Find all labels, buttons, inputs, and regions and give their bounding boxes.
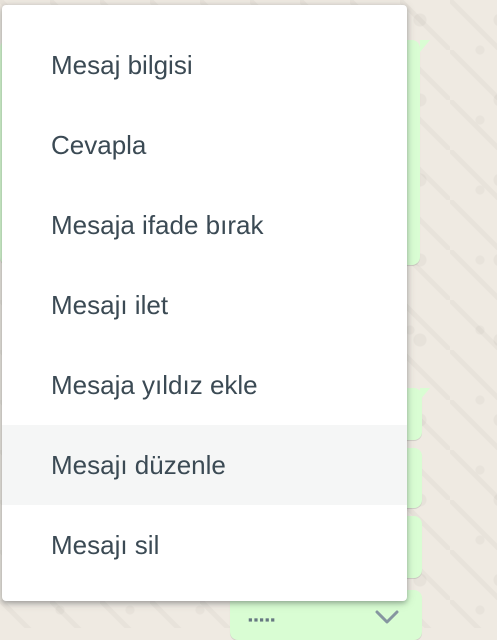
menu-item-forward[interactable]: Mesajı ilet [2, 265, 407, 345]
menu-item-message-info[interactable]: Mesaj bilgisi [2, 25, 407, 105]
message-context-menu: Mesaj bilgisi Cevapla Mesaja ifade bırak… [2, 5, 407, 601]
menu-item-edit[interactable]: Mesajı düzenle [2, 425, 407, 505]
menu-item-reply[interactable]: Cevapla [2, 105, 407, 185]
menu-item-star[interactable]: Mesaja yıldız ekle [2, 345, 407, 425]
chevron-down-icon[interactable] [372, 606, 402, 628]
message-meta-partial: ▪▪▪▪▪ [248, 612, 277, 627]
bubble-tail [420, 388, 430, 400]
bubble-tail [420, 40, 430, 52]
menu-item-react[interactable]: Mesaja ifade bırak [2, 185, 407, 265]
menu-item-delete[interactable]: Mesajı sil [2, 505, 407, 585]
